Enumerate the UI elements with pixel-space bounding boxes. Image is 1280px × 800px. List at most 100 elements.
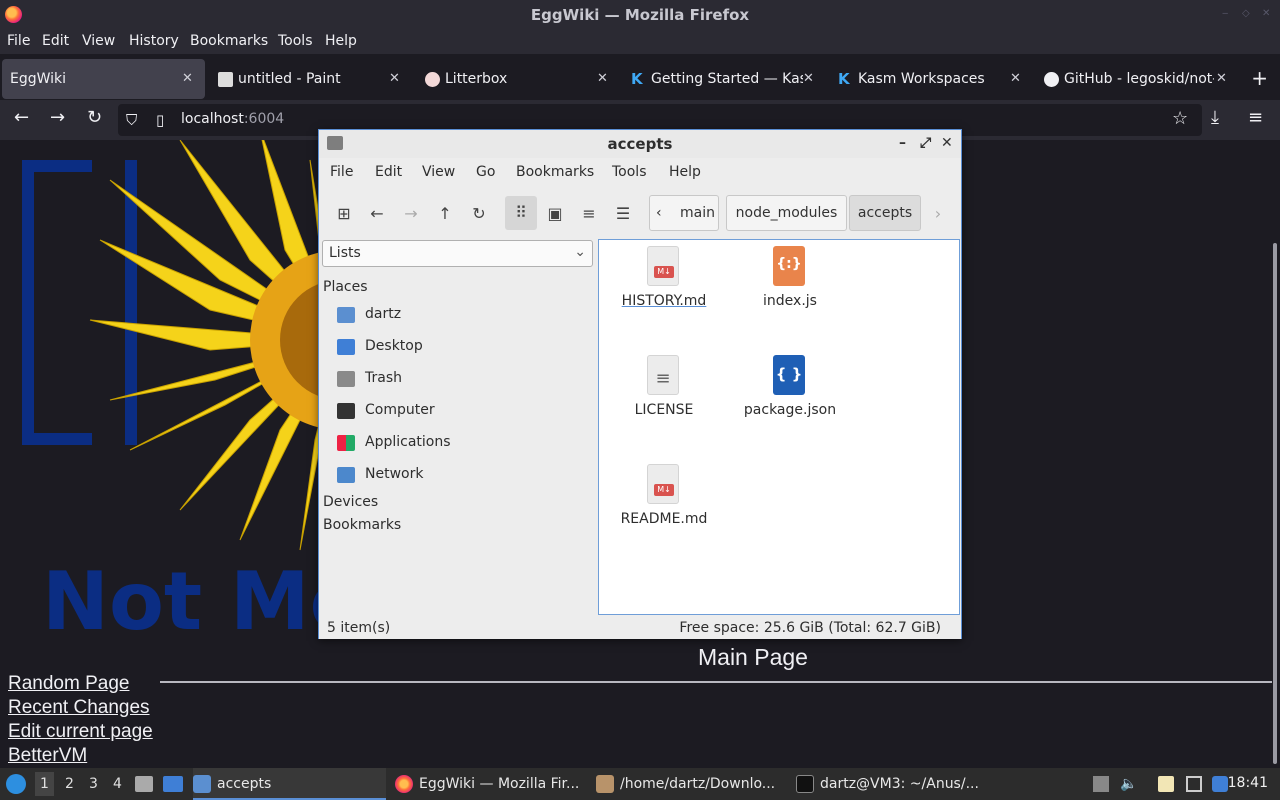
compact-view-icon[interactable]: ≡	[579, 204, 599, 224]
task-archive[interactable]: /home/dartz/Downlo...	[596, 768, 789, 800]
fm-menu-help[interactable]: Help	[669, 164, 701, 180]
tab-github[interactable]: GitHub - legoskid/not- ✕	[1042, 59, 1232, 99]
recent-changes-link[interactable]: Recent Changes	[8, 697, 150, 719]
page-info-icon[interactable]: ▯	[156, 110, 164, 130]
tab-paint[interactable]: untitled - Paint ✕	[216, 59, 411, 99]
url-text[interactable]: localhost:6004	[181, 111, 284, 127]
show-desktop-icon[interactable]	[163, 776, 183, 792]
file-item-index-js[interactable]: index.js	[735, 240, 845, 335]
list-view-icon[interactable]: ☰	[613, 204, 633, 224]
tab-close-icon[interactable]: ✕	[1010, 71, 1021, 86]
chevron-left-icon[interactable]: ‹	[656, 196, 662, 230]
file-view[interactable]: HISTORY.md index.js LICENSE package.json…	[598, 239, 960, 615]
bookmarks-heading[interactable]: Bookmarks	[323, 517, 401, 533]
tab-getting-started[interactable]: K Getting Started — Kas ✕	[629, 59, 824, 99]
notification-icon[interactable]	[1212, 776, 1228, 792]
menu-tools[interactable]: Tools	[278, 33, 313, 49]
fm-menu-bookmarks[interactable]: Bookmarks	[516, 164, 594, 180]
minimize-icon[interactable]: –	[899, 135, 906, 151]
edit-page-link[interactable]: Edit current page	[8, 721, 153, 743]
volume-icon[interactable]: 🔈	[1120, 776, 1137, 792]
back-icon[interactable]: ←	[14, 108, 29, 128]
sidebar-pane-select[interactable]: Lists ⌄	[322, 240, 593, 267]
menu-edit[interactable]: Edit	[42, 33, 69, 49]
fm-titlebar[interactable]: accepts – ⤢ ✕	[319, 130, 961, 158]
random-page-link[interactable]: Random Page	[8, 673, 129, 695]
reload-icon[interactable]: ↻	[87, 108, 102, 128]
tab-eggwiki[interactable]: EggWiki ✕	[2, 59, 205, 99]
sidebar-item-trash[interactable]: Trash	[337, 366, 587, 394]
bookmark-star-icon[interactable]: ☆	[1172, 109, 1188, 129]
maximize-icon[interactable]: ◇	[1242, 9, 1252, 19]
sidebar-item-network[interactable]: Network	[337, 462, 587, 490]
reload-icon[interactable]: ↻	[469, 204, 489, 224]
menu-help[interactable]: Help	[325, 33, 357, 49]
network-tray-icon[interactable]	[1186, 776, 1202, 792]
tab-kasm-workspaces[interactable]: K Kasm Workspaces ✕	[836, 59, 1031, 99]
file-manager-launcher-icon[interactable]	[135, 776, 153, 792]
up-icon[interactable]: ↑	[435, 204, 455, 224]
workspace-2[interactable]: 2	[65, 776, 74, 792]
workspace-3[interactable]: 3	[89, 776, 98, 792]
menu-file[interactable]: File	[7, 33, 30, 49]
menu-view[interactable]: View	[82, 33, 115, 49]
close-icon[interactable]: ✕	[1262, 9, 1272, 19]
tab-close-icon[interactable]: ✕	[389, 71, 400, 86]
task-terminal[interactable]: dartz@VM3: ~/Anus/...	[796, 768, 989, 800]
fm-menu-tools[interactable]: Tools	[612, 164, 647, 180]
sidebar-item-label: Trash	[365, 370, 402, 386]
back-icon[interactable]: ←	[367, 204, 387, 224]
fm-menu-go[interactable]: Go	[476, 164, 495, 180]
menu-bookmarks[interactable]: Bookmarks	[190, 33, 268, 49]
close-icon[interactable]: ✕	[941, 135, 953, 151]
forward-icon[interactable]: →	[401, 204, 421, 224]
tray-up-icon[interactable]	[1093, 776, 1109, 792]
page-title: Main Page	[698, 644, 808, 670]
downloads-icon[interactable]: ⤓	[1211, 108, 1219, 128]
shield-icon[interactable]: ⛉	[126, 110, 137, 130]
sidebar-item-computer[interactable]: Computer	[337, 398, 587, 426]
bettervm-link[interactable]: BetterVM	[8, 745, 87, 767]
thumbnail-view-icon[interactable]: ▣	[545, 204, 565, 224]
file-item-package-json[interactable]: package.json	[735, 349, 845, 444]
clipboard-icon[interactable]	[1158, 776, 1174, 792]
sidebar-item-desktop[interactable]: Desktop	[337, 334, 587, 362]
page-scrollbar[interactable]	[1273, 243, 1277, 764]
desktop-icon	[337, 339, 355, 355]
tab-close-icon[interactable]: ✕	[803, 71, 814, 86]
forward-icon[interactable]: →	[50, 108, 65, 128]
file-item-history[interactable]: HISTORY.md	[609, 240, 719, 335]
app-menu-icon[interactable]: ≡	[1248, 108, 1263, 128]
start-menu-icon[interactable]	[6, 774, 26, 794]
icon-view-icon[interactable]: ⠿	[505, 196, 537, 230]
file-item-readme[interactable]: README.md	[609, 458, 719, 553]
fm-menu-view[interactable]: View	[422, 164, 455, 180]
fm-window-title: accepts	[607, 135, 673, 153]
workspace-1[interactable]: 1	[35, 772, 54, 796]
fm-menu-edit[interactable]: Edit	[375, 164, 402, 180]
sidebar-item-applications[interactable]: Applications	[337, 430, 587, 458]
breadcrumb-node-modules[interactable]: node_modules	[726, 195, 847, 231]
file-manager-window: accepts – ⤢ ✕ File Edit View Go Bookmark…	[318, 129, 962, 639]
workspace-4[interactable]: 4	[113, 776, 122, 792]
tab-close-icon[interactable]: ✕	[597, 71, 608, 86]
sidebar-item-dartz[interactable]: dartz	[337, 302, 587, 330]
file-item-license[interactable]: LICENSE	[609, 349, 719, 444]
minimize-icon[interactable]: ‒	[1222, 9, 1232, 19]
new-tab-icon[interactable]: ⊞	[334, 204, 354, 224]
new-tab-button[interactable]: +	[1251, 66, 1268, 90]
task-firefox[interactable]: EggWiki — Mozilla Fir...	[395, 768, 588, 800]
tab-litterbox[interactable]: Litterbox ✕	[423, 59, 618, 99]
tab-close-icon[interactable]: ✕	[1216, 71, 1227, 86]
menu-history[interactable]: History	[129, 33, 179, 49]
computer-icon	[337, 403, 355, 419]
maximize-icon[interactable]: ⤢	[920, 135, 931, 151]
breadcrumb-main[interactable]: ‹ main	[649, 195, 719, 231]
breadcrumb-accepts[interactable]: accepts	[849, 195, 921, 231]
devices-heading[interactable]: Devices	[323, 494, 378, 510]
tab-close-icon[interactable]: ✕	[182, 71, 193, 86]
fm-menu-file[interactable]: File	[330, 164, 353, 180]
places-heading[interactable]: Places	[323, 279, 368, 295]
task-accepts[interactable]: accepts	[193, 768, 386, 800]
chevron-right-icon[interactable]: ›	[928, 204, 948, 224]
